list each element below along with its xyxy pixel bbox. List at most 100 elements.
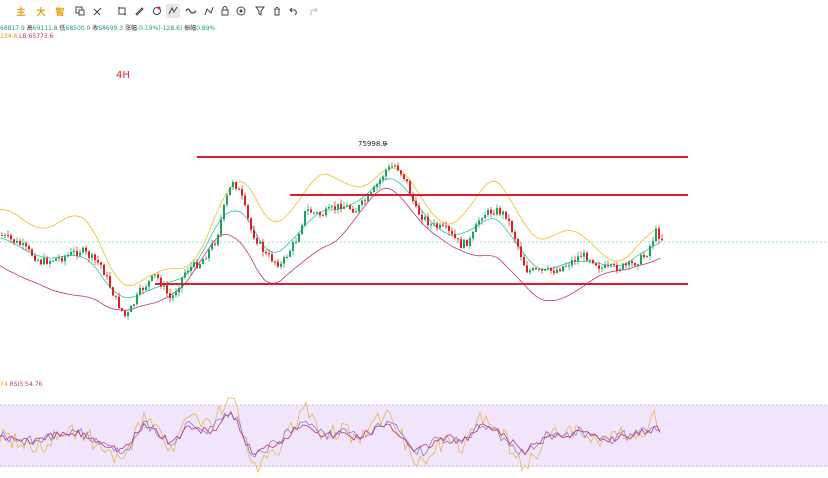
- candle-body: [271, 254, 273, 262]
- candle-body: [538, 269, 540, 271]
- candle-body: [70, 251, 72, 255]
- candle-body: [508, 218, 510, 222]
- candle-body: [292, 242, 294, 251]
- candle-body: [580, 256, 582, 258]
- candle-body: [73, 250, 75, 252]
- candle-body: [622, 263, 624, 270]
- candle-body: [166, 285, 168, 294]
- candle-body: [463, 239, 465, 248]
- candle-body: [421, 214, 423, 220]
- candle-body: [235, 181, 237, 189]
- candle-body: [238, 188, 240, 190]
- candle-body: [571, 260, 573, 266]
- candle-body: [121, 308, 123, 311]
- candle-body: [595, 263, 597, 266]
- candle-body: [466, 239, 468, 246]
- candle-body: [10, 235, 12, 240]
- candle-body: [541, 269, 543, 271]
- candle-body: [232, 181, 234, 188]
- candle-body: [469, 238, 471, 246]
- candle-body: [214, 243, 216, 245]
- candle-body: [304, 210, 306, 226]
- candle-body: [265, 251, 267, 254]
- candle-body: [283, 256, 285, 264]
- candle-body: [361, 200, 363, 205]
- candle-body: [169, 293, 171, 299]
- candle-body: [118, 296, 120, 309]
- candle-body: [289, 250, 291, 257]
- candle-body: [79, 252, 81, 256]
- candle-body: [181, 277, 183, 288]
- candle-body: [550, 267, 552, 271]
- candle-body: [325, 208, 327, 216]
- rsi-prefix: 74: [0, 381, 8, 388]
- candle-body: [19, 240, 21, 245]
- candle-body: [355, 211, 357, 213]
- candle-body: [373, 186, 375, 193]
- candle-body: [217, 234, 219, 245]
- candle-body: [58, 257, 60, 259]
- candle-body: [100, 262, 102, 265]
- candle-body: [415, 200, 417, 207]
- candle-body: [22, 243, 24, 245]
- candle-body: [643, 254, 645, 257]
- candle-body: [619, 269, 621, 272]
- candle-body: [583, 252, 585, 257]
- candle-body: [16, 240, 18, 243]
- candle-body: [409, 181, 411, 194]
- candle-body: [574, 260, 576, 262]
- candle-body: [193, 262, 195, 267]
- candle-body: [436, 223, 438, 228]
- candle-body: [634, 263, 636, 266]
- candle-body: [646, 256, 648, 258]
- candle-body: [640, 254, 642, 265]
- candle-body: [625, 263, 627, 266]
- candle-body: [244, 195, 246, 206]
- candle-body: [229, 187, 231, 196]
- candle-body: [154, 274, 156, 276]
- candle-body: [256, 238, 258, 244]
- candle-body: [586, 252, 588, 261]
- candle-body: [205, 258, 207, 260]
- candle-body: [124, 310, 126, 317]
- candle-body: [526, 265, 528, 273]
- candle-body: [523, 257, 525, 266]
- candle-body: [334, 206, 336, 210]
- candle-body: [343, 206, 345, 209]
- candle-body: [49, 261, 51, 264]
- candle-body: [148, 280, 150, 287]
- candle-body: [532, 268, 534, 271]
- candle-body: [442, 224, 444, 226]
- candle-body: [274, 261, 276, 263]
- candle-body: [94, 254, 96, 261]
- candle-body: [460, 239, 462, 248]
- candle-body: [247, 205, 249, 219]
- price-chart[interactable]: 75998.9: [0, 0, 828, 478]
- candle-body: [85, 247, 87, 252]
- candle-body: [277, 261, 279, 267]
- candle-body: [475, 224, 477, 232]
- candle-body: [397, 165, 399, 171]
- candle-body: [517, 239, 519, 247]
- candle-body: [157, 274, 159, 278]
- candle-body: [55, 258, 57, 261]
- candle-body: [106, 275, 108, 277]
- candle-body: [319, 212, 321, 216]
- candle-body: [223, 204, 225, 220]
- candle-body: [403, 174, 405, 180]
- candle-body: [82, 247, 84, 253]
- candle-body: [241, 189, 243, 196]
- candle-body: [34, 255, 36, 261]
- candle-body: [172, 295, 174, 299]
- bollinger-middle: [0, 178, 661, 299]
- candle-body: [337, 203, 339, 210]
- candle-body: [127, 312, 129, 317]
- candle-body: [535, 268, 537, 270]
- candle-body: [109, 276, 111, 288]
- candle-body: [481, 218, 483, 221]
- high-price-annotation: 75998.9: [358, 140, 387, 148]
- candle-body: [187, 270, 189, 273]
- candle-body: [52, 260, 54, 262]
- bollinger-upper: [0, 167, 661, 287]
- candle-body: [253, 229, 255, 239]
